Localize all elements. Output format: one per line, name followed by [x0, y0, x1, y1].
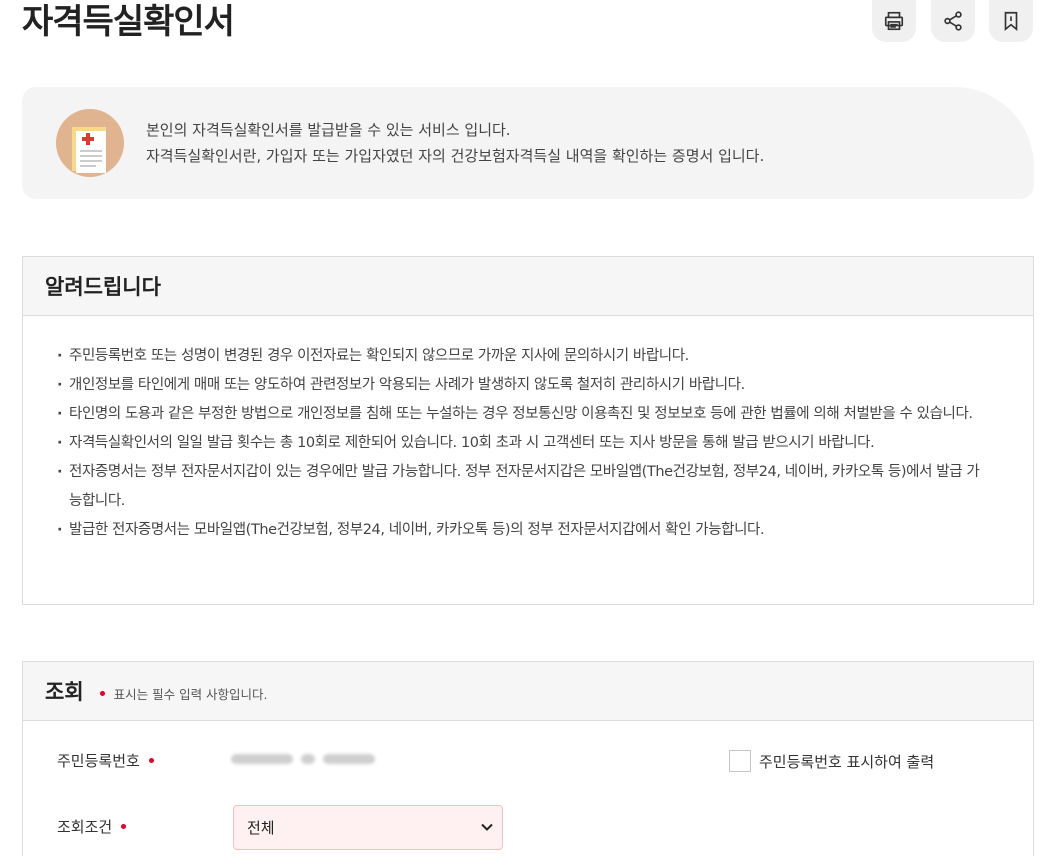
query-title: 조회 — [45, 680, 84, 704]
certificate-icon — [56, 109, 124, 177]
bookmark-icon — [1004, 11, 1018, 32]
rrn-masked-value — [231, 754, 375, 764]
page-title: 자격득실확인서 — [22, 2, 235, 42]
required-note: 표시는 필수 입력 사항입니다. — [99, 684, 268, 703]
intro-line-1: 본인의 자격득실확인서를 발급받을 수 있는 서비스 입니다. — [146, 121, 511, 139]
condition-select-value: 전체 — [247, 819, 275, 837]
show-rrn-label: 주민등록번호 표시하여 출력 — [759, 752, 935, 771]
condition-label: 조회조건 — [57, 816, 127, 837]
show-rrn-checkbox[interactable] — [729, 750, 751, 772]
intro-panel: 본인의 자격득실확인서를 발급받을 수 있는 서비스 입니다. 자격득실확인서란… — [22, 87, 1034, 199]
show-rrn-option[interactable]: 주민등록번호 표시하여 출력 — [729, 750, 934, 772]
notice-title: 알려드립니다 — [45, 275, 161, 299]
notice-item: 자격득실확인서의 일일 발급 횟수는 총 10회로 제한되어 있습니다. 10회… — [57, 429, 983, 458]
notice-item: 전자증명서는 정부 전자문서지갑이 있는 경우에만 발급 가능합니다. 정부 전… — [57, 458, 983, 516]
rrn-label: 주민등록번호 — [57, 750, 154, 771]
notice-item: 주민등록번호 또는 성명이 변경된 경우 이전자료는 확인되지 않으므로 가까운… — [57, 342, 983, 371]
bookmark-button[interactable] — [989, 0, 1033, 42]
rrn-label-text: 주민등록번호 — [57, 752, 140, 770]
required-dot-icon — [148, 758, 154, 763]
intro-line-2: 자격득실확인서란, 가입자 또는 가입자였던 자의 건강보험자격득실 내역을 확… — [146, 147, 765, 165]
required-dot-icon — [99, 690, 105, 696]
share-icon — [944, 11, 962, 31]
notice-item: 발급한 전자증명서는 모바일앱(The건강보험, 정부24, 네이버, 카카오톡… — [57, 516, 983, 545]
print-button[interactable] — [872, 0, 916, 42]
required-note-text: 표시는 필수 입력 사항입니다. — [113, 686, 268, 702]
notice-item: 타인명의 도용과 같은 부정한 방법으로 개인정보를 침해 또는 누설하는 경우… — [57, 400, 983, 429]
notice-item: 개인정보를 타인에게 매매 또는 양도하여 관련정보가 악용되는 사례가 발생하… — [57, 371, 983, 400]
query-panel: 조회 표시는 필수 입력 사항입니다. 주민등록번호 주민등록번호 표시하여 출… — [22, 661, 1034, 856]
condition-label-text: 조회조건 — [57, 818, 113, 836]
notice-list: 주민등록번호 또는 성명이 변경된 경우 이전자료는 확인되지 않으므로 가까운… — [23, 316, 1033, 545]
print-icon — [884, 11, 904, 31]
condition-select[interactable]: 전체 — [233, 805, 503, 850]
notice-panel: 알려드립니다 주민등록번호 또는 성명이 변경된 경우 이전자료는 확인되지 않… — [22, 256, 1034, 605]
required-dot-icon — [121, 824, 127, 829]
share-button[interactable] — [931, 0, 975, 42]
chevron-down-icon — [481, 823, 493, 831]
